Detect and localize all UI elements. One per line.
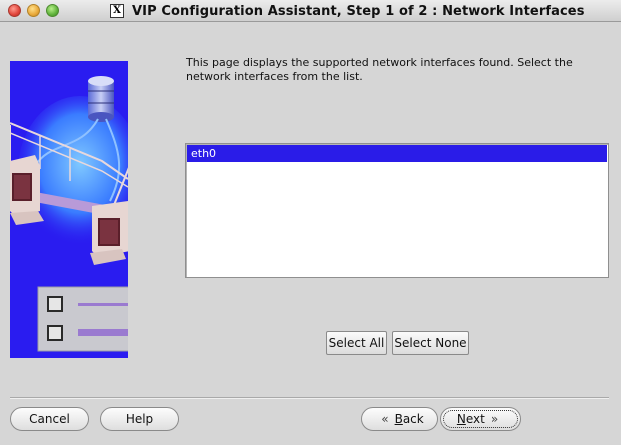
zoom-window-button[interactable] [46,4,59,17]
close-window-button[interactable] [8,4,21,17]
title-wrap: X VIP Configuration Assistant, Step 1 of… [110,3,585,19]
chevron-right-icon: » [490,412,499,426]
select-all-button[interactable]: Select All [326,331,387,355]
minimize-window-button[interactable] [27,4,40,17]
cancel-button[interactable]: Cancel [10,407,89,431]
page-description: This page displays the supported network… [186,56,573,83]
list-item-eth0[interactable]: eth0 [187,145,607,162]
next-label: Next [457,412,485,426]
next-button[interactable]: Next » [440,407,521,431]
window-title: VIP Configuration Assistant, Step 1 of 2… [132,3,585,19]
footer-separator [10,397,609,399]
back-label: Back [395,412,424,426]
x11-icon: X [110,4,124,18]
chevron-left-icon: « [381,412,389,426]
back-mnemonic: B [394,412,403,426]
title-bar: X VIP Configuration Assistant, Step 1 of… [0,0,621,22]
help-button[interactable]: Help [100,407,179,431]
back-label-rest: ack [402,412,424,426]
next-mnemonic: N [456,412,466,426]
back-button[interactable]: « Back [361,407,438,431]
select-none-button[interactable]: Select None [392,331,469,355]
network-illustration [10,61,128,358]
network-interfaces-list[interactable]: eth0 [185,143,609,278]
next-label-rest: ext [465,412,485,426]
